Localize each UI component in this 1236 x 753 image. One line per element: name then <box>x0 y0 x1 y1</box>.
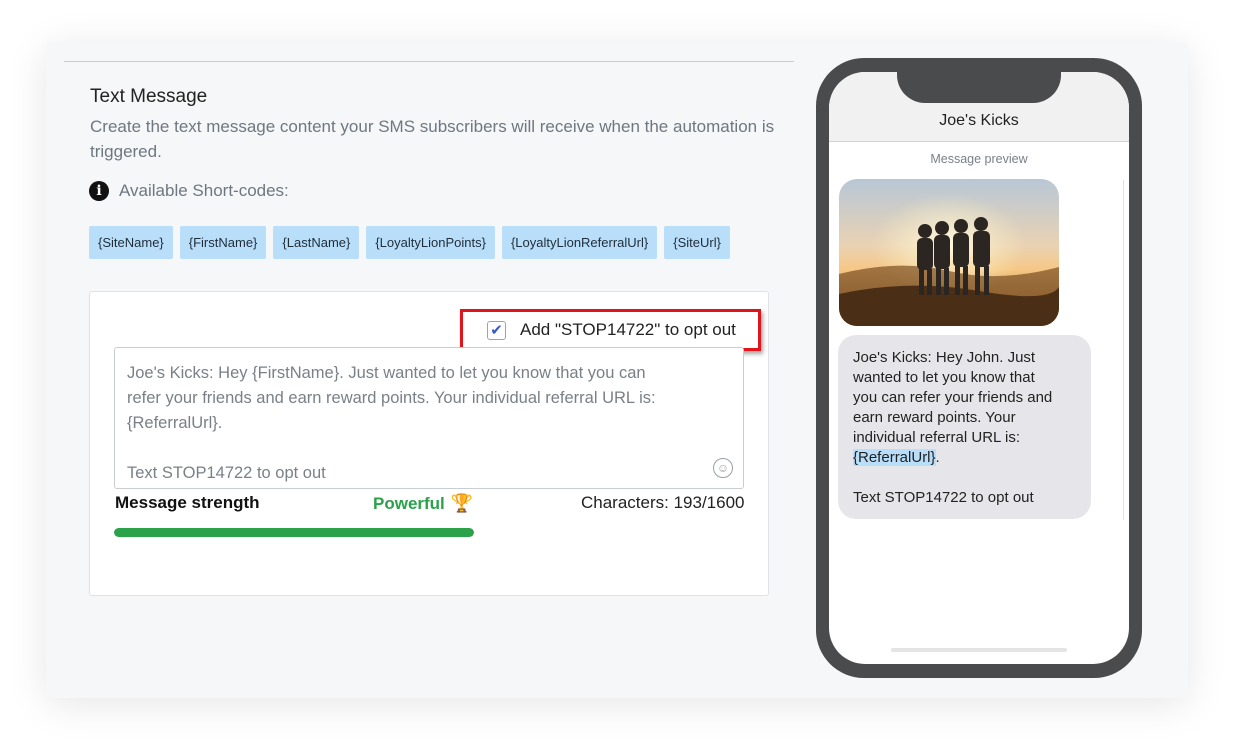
bubble-footer: Text STOP14722 to opt out <box>853 489 1034 506</box>
trophy-icon: 🏆 <box>450 493 474 513</box>
shortcodes-heading: i Available Short-codes: <box>89 181 289 201</box>
shortcode-chip-loyaltylionpoints[interactable]: {LoyaltyLionPoints} <box>366 226 495 259</box>
referral-suffix: . <box>935 449 940 466</box>
shortcodes-heading-label: Available Short-codes: <box>119 181 289 200</box>
bubble-line: Joe's Kicks: Hey John. Just <box>853 349 1036 366</box>
strength-value-text: Powerful <box>373 493 445 513</box>
mms-photo <box>839 179 1059 326</box>
message-line: {ReferralUrl}. <box>127 414 223 432</box>
emoji-picker-icon[interactable]: ☺ <box>713 458 733 478</box>
message-textarea[interactable]: Joe's Kicks: Hey {FirstName}. Just wante… <box>114 347 744 489</box>
bubble-line: earn reward points. Your <box>853 409 1016 426</box>
strength-progress-bar <box>114 528 474 537</box>
shortcode-chip-loyaltylionreferralurl[interactable]: {LoyaltyLionReferralUrl} <box>501 226 658 259</box>
strength-progress-fill <box>114 528 474 537</box>
bubble-line: individual referral URL is: <box>853 429 1021 446</box>
optout-checkbox[interactable]: ✔ <box>487 320 506 340</box>
message-line: Joe's Kicks: Hey {FirstName}. Just wante… <box>127 364 646 382</box>
bubble-line: you can refer your friends and <box>853 389 1053 406</box>
optout-label[interactable]: Add "STOP14722" to opt out <box>520 320 736 340</box>
shortcode-list: {SiteName} {FirstName} {LastName} {Loyal… <box>89 226 730 259</box>
contact-name: Joe's Kicks <box>939 112 1019 129</box>
bubble-line: wanted to let you know that <box>853 369 1035 386</box>
referral-placeholder: {ReferralUrl} <box>853 449 936 466</box>
optout-highlight: ✔ Add "STOP14722" to opt out <box>460 309 761 351</box>
bubble-referral-line: {ReferralUrl}. <box>853 448 1076 468</box>
phone-notch <box>897 58 1061 103</box>
home-indicator <box>891 648 1067 652</box>
shortcode-chip-sitename[interactable]: {SiteName} <box>89 226 173 259</box>
info-icon: i <box>89 181 109 201</box>
shortcode-chip-firstname[interactable]: {FirstName} <box>179 226 267 259</box>
sms-bubble: Joe's Kicks: Hey John. Just wanted to le… <box>838 335 1091 519</box>
message-footer: Text STOP14722 to opt out <box>127 464 326 482</box>
character-count: Characters: 193/1600 <box>581 493 745 512</box>
section-description: Create the text message content your SMS… <box>90 117 775 161</box>
section-title: Text Message <box>90 86 208 107</box>
message-line: refer your friends and earn reward point… <box>127 389 656 407</box>
top-divider <box>64 61 794 62</box>
shortcode-chip-lastname[interactable]: {LastName} <box>273 226 360 259</box>
strength-label: Message strength <box>115 493 260 512</box>
message-preview-label: Message preview <box>930 152 1028 166</box>
preview-scroll-edge <box>1123 180 1124 520</box>
strength-value: Powerful 🏆 <box>373 493 473 514</box>
shortcode-chip-siteurl[interactable]: {SiteUrl} <box>664 226 730 259</box>
